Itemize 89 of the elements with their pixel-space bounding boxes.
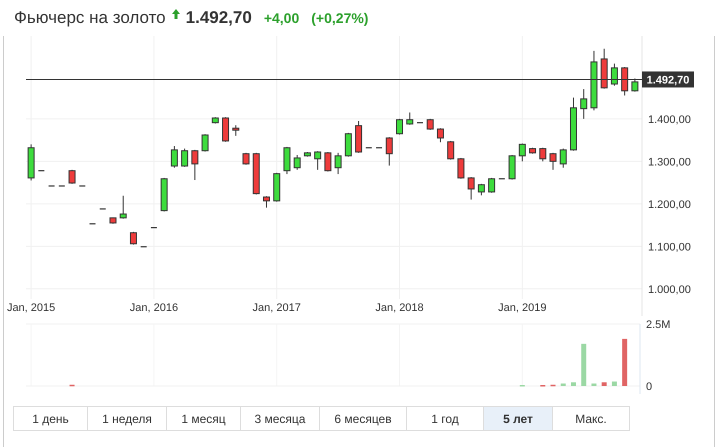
candlestick <box>590 50 598 111</box>
axis-label: 1.000,00 <box>648 284 691 296</box>
candlestick <box>252 152 260 195</box>
axis-label: 1.400,00 <box>648 114 691 126</box>
candlestick <box>120 195 127 220</box>
candlestick <box>314 150 322 170</box>
candlestick <box>130 231 137 246</box>
candlestick <box>334 152 342 175</box>
candlestick <box>140 246 147 248</box>
candlestick <box>191 149 198 181</box>
candlestick <box>109 216 116 224</box>
candlestick <box>170 146 178 168</box>
volume-bar <box>612 382 617 386</box>
candlestick <box>396 118 404 136</box>
candlestick <box>539 147 546 162</box>
candlestick <box>28 144 35 181</box>
volume-bar <box>602 382 607 386</box>
period-tab[interactable]: 6 месяцев <box>319 406 407 431</box>
candlestick <box>324 152 332 172</box>
volume-bar <box>570 382 576 386</box>
candlestick <box>621 66 628 96</box>
volume-bar <box>591 384 596 386</box>
candlestick <box>478 183 485 196</box>
axis-label: Jan, 2015 <box>6 302 56 314</box>
candlestick <box>406 112 414 126</box>
candlestick <box>560 148 567 168</box>
candlestick <box>468 176 475 200</box>
axis-label: 1.100,00 <box>648 241 691 254</box>
candlestick <box>580 88 588 120</box>
axis-label: 2.5M <box>646 319 670 331</box>
candlestick <box>262 196 270 208</box>
volume-bar <box>581 344 586 386</box>
price: 1.492,70 <box>186 8 252 28</box>
period-tab[interactable]: Макс. <box>552 406 630 431</box>
axis-label: Jan, 2018 <box>375 302 424 314</box>
ref-line-label: 1.492,70 <box>646 74 690 86</box>
candlestick <box>304 152 311 158</box>
candlestick <box>447 140 454 160</box>
candlestick <box>68 169 76 184</box>
axis-label: Jan, 2017 <box>252 302 301 314</box>
candlestick <box>181 148 188 168</box>
period-tab[interactable]: 1 неделя <box>87 406 167 431</box>
candlestick <box>232 124 240 136</box>
candlestick <box>100 208 106 210</box>
period-tab[interactable]: 5 лет <box>483 406 553 431</box>
candlestick <box>344 132 352 158</box>
candlestick <box>488 177 496 194</box>
candlestick <box>610 63 618 86</box>
candlestick <box>498 178 505 180</box>
candlestick <box>160 177 168 212</box>
candlestick <box>508 154 516 180</box>
candlestick <box>90 223 96 224</box>
axis-label: 0 <box>646 381 652 393</box>
candlestick <box>79 185 86 187</box>
candlestick <box>436 128 444 143</box>
axis-label: Jan, 2019 <box>498 302 546 314</box>
candlestick <box>242 152 250 166</box>
candlestick <box>212 116 219 124</box>
candlestick <box>529 147 536 154</box>
candlestick <box>457 157 464 180</box>
price-change: +4,00 <box>264 10 300 26</box>
candlestick <box>631 78 638 92</box>
candlestick <box>570 97 577 152</box>
candlestick <box>222 116 230 142</box>
candlestick <box>38 170 44 172</box>
price-tag: 1.492,70 <box>642 71 694 88</box>
period-tab[interactable]: 3 месяца <box>240 406 320 431</box>
volume-bar <box>560 384 566 386</box>
candlestick <box>294 154 301 170</box>
period-tab[interactable]: 1 год <box>406 406 484 431</box>
period-tab[interactable]: 1 день <box>13 406 88 431</box>
price-change-percent: (+0,27%) <box>311 10 368 26</box>
axis-label: 1.300,00 <box>648 156 691 168</box>
candlestick <box>150 227 157 228</box>
candlestick <box>550 152 557 170</box>
axis-label: Jan, 2016 <box>130 302 178 314</box>
volume-bar <box>622 338 628 386</box>
candlestick <box>416 122 423 124</box>
period-tab[interactable]: 1 месяц <box>166 406 241 431</box>
candlestick <box>600 48 608 90</box>
axis-label: 1.200,00 <box>648 198 691 211</box>
candlestick <box>273 172 280 202</box>
candlestick <box>386 136 393 166</box>
candlestick <box>426 118 434 130</box>
candlestick <box>202 134 209 152</box>
candlestick <box>355 120 362 154</box>
candlestick <box>518 143 526 162</box>
candlestick <box>283 146 290 175</box>
instrument-title: Фьючерс на золото <box>14 8 166 28</box>
